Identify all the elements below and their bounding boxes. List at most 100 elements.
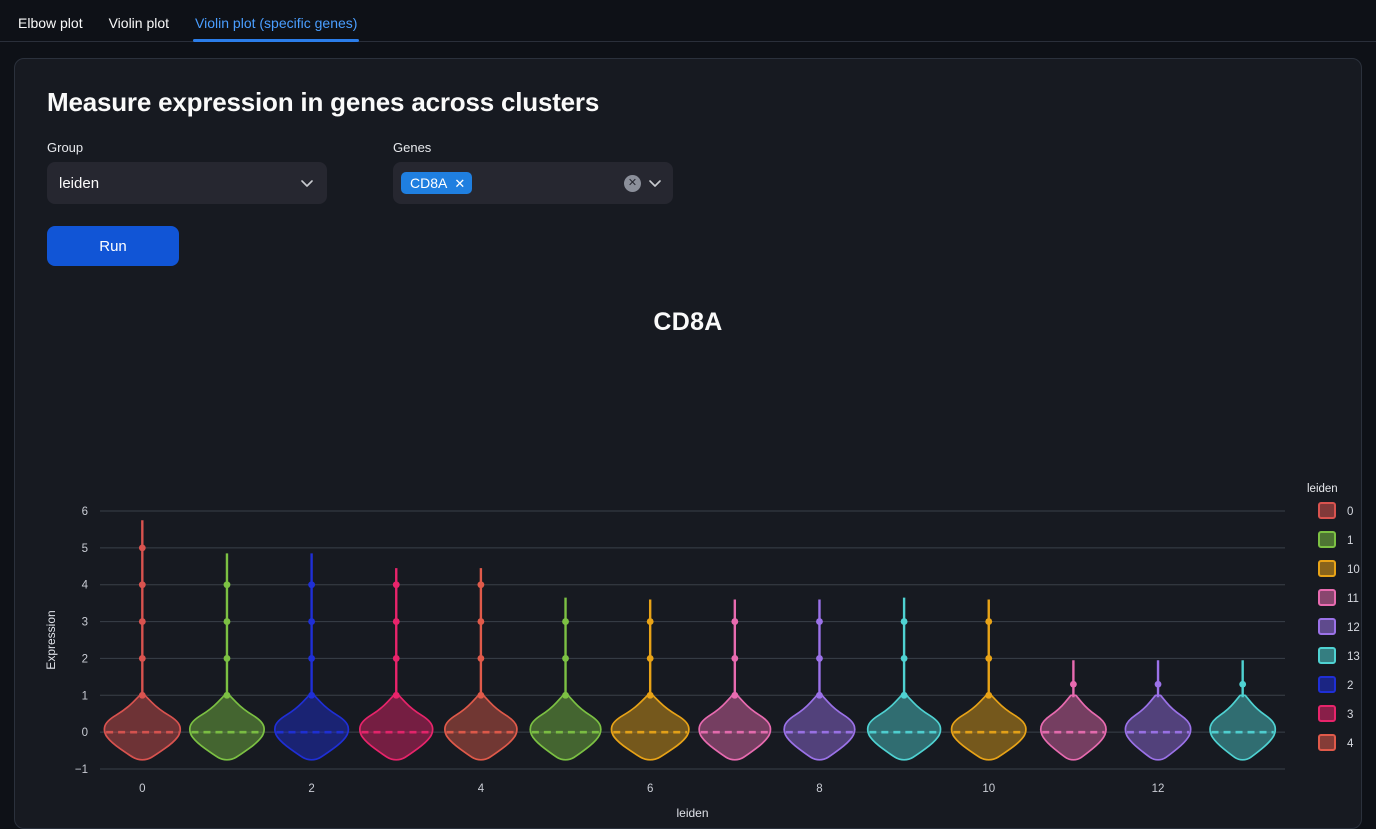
- violin-point-4: [477, 655, 485, 662]
- svg-text:3: 3: [82, 617, 88, 629]
- chart-title: CD8A: [653, 308, 723, 336]
- violin-body-0: [103, 694, 182, 761]
- violin-body-10: [950, 694, 1027, 761]
- violin-point-0: [138, 655, 146, 662]
- svg-text:8: 8: [816, 783, 822, 795]
- tab-violin-plot-specific-genes[interactable]: Violin plot (specific genes): [193, 16, 360, 42]
- violin-body-7: [698, 694, 772, 761]
- svg-text:11: 11: [1347, 593, 1359, 605]
- svg-text:leiden: leiden: [1307, 483, 1338, 495]
- legend-swatch-13: [1318, 647, 1336, 664]
- gene-chip[interactable]: CD8A ✕: [401, 172, 473, 194]
- violin-point-0: [138, 691, 146, 699]
- violin-point-4: [477, 581, 485, 589]
- violin-point-6: [646, 691, 654, 699]
- violin-point-5: [562, 618, 569, 625]
- violin-point-9: [900, 618, 908, 625]
- genes-multiselect[interactable]: CD8A ✕ ✕: [393, 162, 673, 204]
- chevron-down-icon[interactable]: [647, 175, 663, 191]
- close-icon[interactable]: ✕: [454, 177, 465, 190]
- main-card: Measure expression in genes across clust…: [14, 58, 1362, 829]
- svg-text:4: 4: [478, 783, 485, 795]
- violin-body-9: [866, 694, 942, 761]
- chevron-down-icon: [301, 180, 313, 187]
- violin-point-9: [900, 655, 908, 662]
- svg-text:4: 4: [82, 580, 89, 592]
- violin-point-13: [1239, 680, 1247, 688]
- violin-point-4: [477, 691, 485, 699]
- group-select[interactable]: leiden: [47, 162, 327, 204]
- svg-text:−1: −1: [75, 764, 88, 776]
- violin-point-3: [392, 655, 400, 662]
- clear-circle-icon[interactable]: ✕: [624, 174, 641, 192]
- controls-row: Group leiden Genes CD8A ✕ ✕: [47, 140, 1343, 204]
- legend-swatch-4: [1318, 734, 1336, 751]
- violin-point-7: [731, 691, 739, 699]
- violin-plot-svg: −10123456Expression0 2 4 6 8 10 12leidenleiden…: [44, 483, 1360, 820]
- violin-point-7: [731, 618, 739, 625]
- group-select-value: leiden: [59, 174, 100, 192]
- legend-swatch-1: [1318, 531, 1336, 548]
- svg-text:2: 2: [308, 783, 314, 795]
- svg-text:12: 12: [1347, 622, 1360, 634]
- violin-point-8: [816, 618, 823, 625]
- svg-text:1: 1: [1347, 535, 1353, 547]
- legend-swatch-0: [1318, 502, 1336, 519]
- svg-text:4: 4: [1347, 738, 1354, 750]
- violin-point-4: [477, 618, 485, 625]
- violin-point-6: [646, 618, 654, 625]
- violin-point-9: [900, 691, 908, 699]
- tab-bar: Elbow plot Violin plot Violin plot (spec…: [0, 0, 1376, 42]
- violin-point-7: [731, 655, 739, 662]
- violin-point-1: [223, 581, 231, 589]
- violin-body-6: [610, 694, 690, 761]
- page-title: Measure expression in genes across clust…: [47, 87, 600, 117]
- violin-point-2: [308, 618, 316, 625]
- violin-point-1: [223, 655, 231, 662]
- svg-text:leiden: leiden: [676, 806, 708, 820]
- svg-text:2: 2: [82, 653, 88, 665]
- violin-point-2: [308, 655, 316, 662]
- legend-swatch-12: [1318, 618, 1336, 635]
- group-label: Group: [47, 140, 84, 155]
- violin-point-11: [1069, 680, 1077, 688]
- svg-text:10: 10: [982, 783, 995, 795]
- violin-point-10: [985, 691, 993, 699]
- violin-point-8: [816, 655, 823, 662]
- svg-text:0: 0: [1347, 506, 1353, 518]
- legend-swatch-10: [1318, 560, 1336, 577]
- group-field: Group leiden: [47, 140, 327, 204]
- violin-point-6: [646, 655, 654, 662]
- genes-label: Genes: [393, 140, 432, 155]
- tab-elbow-plot[interactable]: Elbow plot: [16, 16, 85, 41]
- violin-point-1: [223, 691, 231, 699]
- violin-body-11: [1039, 694, 1107, 761]
- svg-text:5: 5: [82, 543, 88, 555]
- violin-body-8: [783, 694, 856, 761]
- svg-text:10: 10: [1347, 564, 1360, 576]
- svg-text:6: 6: [647, 783, 653, 795]
- svg-text:1: 1: [82, 690, 88, 702]
- violin-chart: −1 0 1 2 3 4 5 6 Expression 0 2 4 6 8 10 12 leiden leiden…: [15, 474, 1363, 824]
- violin-point-3: [392, 581, 400, 589]
- svg-text:0: 0: [139, 783, 145, 795]
- violin-body-5: [529, 694, 602, 761]
- violin-body-3: [358, 694, 434, 761]
- svg-text:3: 3: [1347, 709, 1353, 721]
- legend-swatch-3: [1318, 705, 1336, 722]
- violin-point-1: [223, 618, 231, 625]
- svg-text:12: 12: [1152, 783, 1165, 795]
- genes-field: Genes CD8A ✕ ✕: [393, 140, 673, 204]
- violin-point-3: [392, 691, 400, 699]
- run-button[interactable]: Run: [47, 226, 179, 266]
- svg-text:2: 2: [1347, 680, 1353, 692]
- violin-point-2: [308, 691, 316, 699]
- violin-point-12: [1154, 680, 1162, 688]
- violin-point-5: [562, 691, 569, 699]
- violin-body-1: [188, 694, 265, 761]
- violin-point-0: [138, 581, 146, 589]
- svg-text:6: 6: [82, 506, 88, 518]
- tab-violin-plot[interactable]: Violin plot: [107, 16, 171, 41]
- legend-swatch-11: [1318, 589, 1336, 606]
- violin-point-2: [308, 581, 316, 589]
